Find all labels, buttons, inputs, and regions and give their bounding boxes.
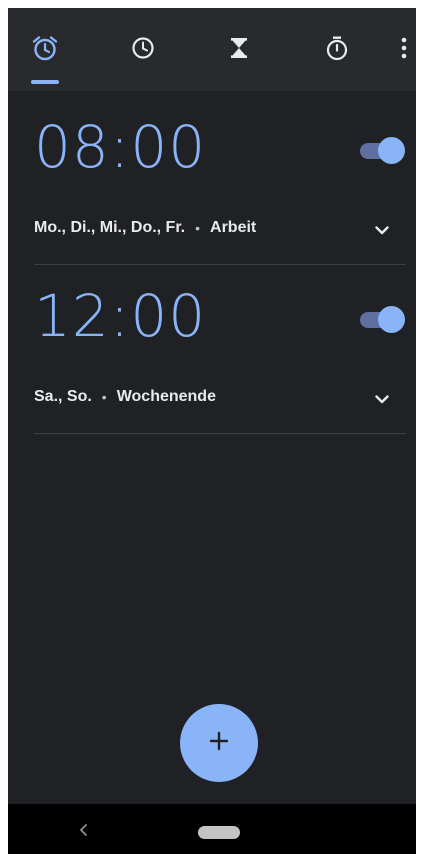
tab-timer[interactable] [221,30,257,66]
expand-button[interactable] [370,387,394,411]
alarm-item[interactable]: 12:00 Sa., So. • Wochenende [8,281,416,435]
active-tab-indicator [31,80,59,84]
home-pill-icon[interactable] [198,826,240,839]
stopwatch-icon [323,34,351,62]
separator-dot: • [195,220,201,236]
chevron-down-icon [370,226,394,246]
overflow-menu-button[interactable] [394,30,414,66]
alarm-label[interactable]: Wochenende [117,388,216,406]
alarm-details: Mo., Di., Mi., Do., Fr. • Arbeit [34,216,256,240]
tab-bar [8,8,416,91]
system-nav-bar [8,804,416,854]
back-button[interactable] [74,820,94,840]
alarm-label[interactable]: Arbeit [210,219,256,237]
alarm-days: Mo., Di., Mi., Do., Fr. [34,219,186,236]
clock-icon [129,34,157,62]
divider [34,433,406,434]
chevron-down-icon [370,395,394,415]
tab-stopwatch[interactable] [319,30,355,66]
toggle-thumb [378,306,405,333]
divider [34,264,406,265]
alarm-icon [30,33,60,63]
timer-icon [225,34,253,62]
alarm-toggle[interactable] [358,136,406,164]
alarm-item[interactable]: 08:00 Mo., Di., Mi., Do., Fr. • Arbeit [8,112,416,266]
toggle-thumb [378,137,405,164]
alarm-toggle[interactable] [358,305,406,333]
expand-button[interactable] [370,218,394,242]
tab-clock[interactable] [125,30,161,66]
alarm-time[interactable]: 12:00 [34,281,206,351]
alarm-days: Sa., So. [34,388,92,405]
separator-dot: • [101,389,107,405]
back-icon [74,824,94,844]
more-vert-icon [400,35,408,61]
alarm-details: Sa., So. • Wochenende [34,385,216,409]
alarm-time[interactable]: 08:00 [34,112,206,182]
add-icon [208,730,230,757]
add-alarm-button[interactable] [180,704,258,782]
tab-alarm[interactable] [27,30,63,66]
clock-app-screen: 08:00 Mo., Di., Mi., Do., Fr. • Arbeit 1… [8,8,416,854]
